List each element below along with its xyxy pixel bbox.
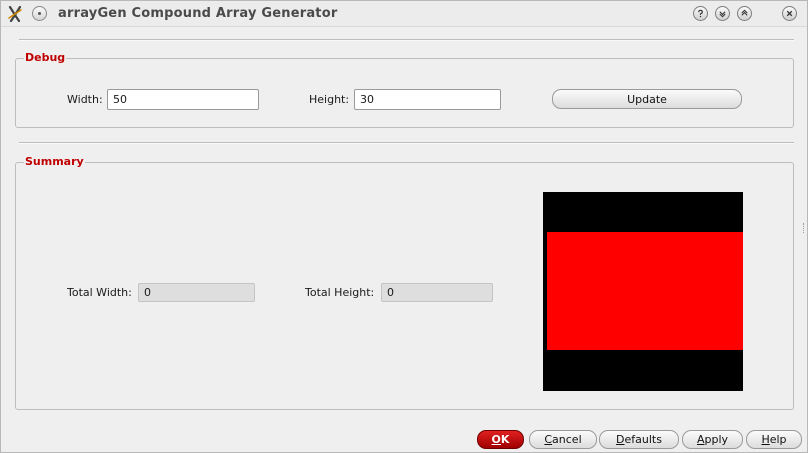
apply-button[interactable]: Apply [682,430,743,449]
total-width-label: Total Width: [67,286,132,299]
help-mnemonic: H [761,433,770,446]
question-icon[interactable] [693,6,708,21]
close-icon[interactable] [782,6,797,21]
cancel-label-rest: ancel [552,433,582,446]
ok-mnemonic: O [491,433,501,446]
cancel-button[interactable]: Cancel [529,430,597,449]
summary-legend: Summary [24,155,85,168]
array-preview-rect [547,232,743,350]
chevron-up-icon[interactable] [737,6,752,21]
cancel-mnemonic: C [544,433,553,446]
total-height-field [381,283,493,302]
dialog-window: arrayGen Compound Array Generator Debug … [0,0,808,453]
width-field[interactable] [107,89,259,110]
update-button-label: Update [627,92,667,106]
title-bar[interactable]: arrayGen Compound Array Generator [1,1,807,27]
defaults-label-rest: efaults [624,433,662,446]
resize-grip-icon[interactable] [803,223,806,233]
help-label-rest: elp [769,433,787,446]
apply-mnemonic: A [696,433,705,446]
separator [19,142,794,144]
ok-button[interactable]: OK [477,430,524,449]
separator [19,39,794,41]
height-label: Height: [309,93,350,106]
total-width-field [138,283,255,302]
width-label: Width: [67,93,103,106]
height-field[interactable] [354,89,501,110]
apply-label-rest: pply [704,433,729,446]
chevron-down-icon[interactable] [715,6,730,21]
defaults-button[interactable]: Defaults [599,430,679,449]
help-button[interactable]: Help [746,430,802,449]
compass-icon[interactable] [7,5,23,23]
total-height-label: Total Height: [305,286,375,299]
debug-legend: Debug [24,51,67,64]
update-button[interactable]: Update [552,89,742,109]
array-preview-canvas [543,192,743,391]
ok-label-rest: K [500,433,510,446]
pin-icon[interactable] [32,6,47,21]
window-title: arrayGen Compound Array Generator [58,6,338,21]
defaults-mnemonic: D [616,433,625,446]
